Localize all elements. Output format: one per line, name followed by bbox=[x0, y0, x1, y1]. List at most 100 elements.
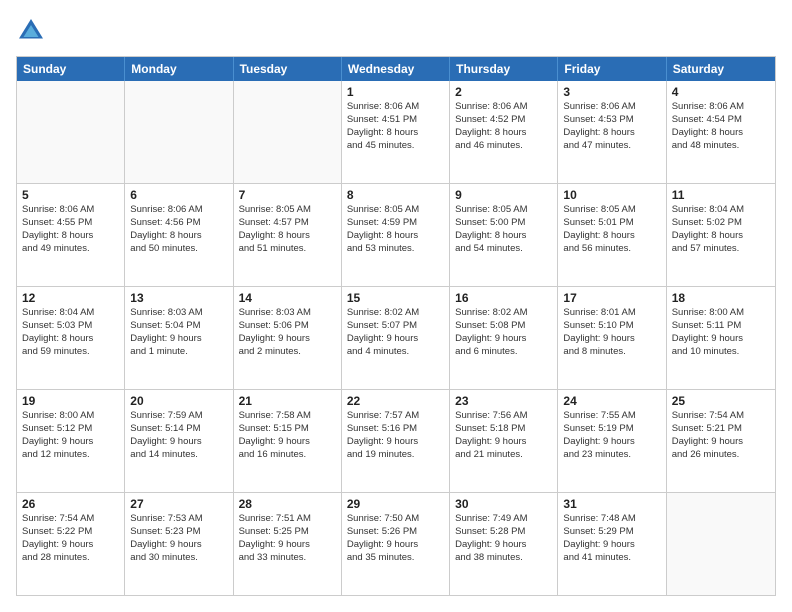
day-number: 22 bbox=[347, 393, 444, 409]
cal-cell bbox=[125, 81, 233, 183]
cal-cell: 26Sunrise: 7:54 AMSunset: 5:22 PMDayligh… bbox=[17, 493, 125, 595]
day-info: Sunrise: 8:04 AM bbox=[22, 307, 119, 320]
cal-cell bbox=[17, 81, 125, 183]
day-info: Sunset: 4:57 PM bbox=[239, 217, 336, 230]
day-info: and 50 minutes. bbox=[130, 243, 227, 256]
cal-cell: 27Sunrise: 7:53 AMSunset: 5:23 PMDayligh… bbox=[125, 493, 233, 595]
day-info: Daylight: 9 hours bbox=[130, 539, 227, 552]
day-info: Daylight: 9 hours bbox=[563, 539, 660, 552]
day-number: 10 bbox=[563, 187, 660, 203]
day-info: Sunrise: 7:48 AM bbox=[563, 513, 660, 526]
header-cell-thursday: Thursday bbox=[450, 57, 558, 81]
cal-cell: 5Sunrise: 8:06 AMSunset: 4:55 PMDaylight… bbox=[17, 184, 125, 286]
cal-cell: 21Sunrise: 7:58 AMSunset: 5:15 PMDayligh… bbox=[234, 390, 342, 492]
day-info: Sunset: 5:14 PM bbox=[130, 423, 227, 436]
day-info: and 41 minutes. bbox=[563, 552, 660, 565]
header-cell-saturday: Saturday bbox=[667, 57, 775, 81]
day-info: Sunset: 5:01 PM bbox=[563, 217, 660, 230]
day-number: 2 bbox=[455, 84, 552, 100]
cal-cell: 4Sunrise: 8:06 AMSunset: 4:54 PMDaylight… bbox=[667, 81, 775, 183]
cal-row-1: 5Sunrise: 8:06 AMSunset: 4:55 PMDaylight… bbox=[17, 183, 775, 286]
cal-cell: 30Sunrise: 7:49 AMSunset: 5:28 PMDayligh… bbox=[450, 493, 558, 595]
day-info: Daylight: 9 hours bbox=[239, 539, 336, 552]
day-info: and 30 minutes. bbox=[130, 552, 227, 565]
day-number: 24 bbox=[563, 393, 660, 409]
day-info: Daylight: 8 hours bbox=[455, 230, 552, 243]
day-info: Sunrise: 7:57 AM bbox=[347, 410, 444, 423]
day-info: and 2 minutes. bbox=[239, 346, 336, 359]
cal-cell bbox=[234, 81, 342, 183]
cal-cell: 3Sunrise: 8:06 AMSunset: 4:53 PMDaylight… bbox=[558, 81, 666, 183]
day-info: and 4 minutes. bbox=[347, 346, 444, 359]
day-info: Sunset: 5:18 PM bbox=[455, 423, 552, 436]
day-info: and 51 minutes. bbox=[239, 243, 336, 256]
day-number: 20 bbox=[130, 393, 227, 409]
day-info: Sunset: 4:54 PM bbox=[672, 114, 770, 127]
cal-cell: 15Sunrise: 8:02 AMSunset: 5:07 PMDayligh… bbox=[342, 287, 450, 389]
day-info: Sunset: 5:00 PM bbox=[455, 217, 552, 230]
day-number: 9 bbox=[455, 187, 552, 203]
day-info: Sunrise: 8:06 AM bbox=[672, 101, 770, 114]
day-info: Sunrise: 8:00 AM bbox=[22, 410, 119, 423]
day-info: Sunset: 4:53 PM bbox=[563, 114, 660, 127]
header bbox=[16, 16, 776, 46]
day-info: Sunset: 5:29 PM bbox=[563, 526, 660, 539]
cal-cell: 16Sunrise: 8:02 AMSunset: 5:08 PMDayligh… bbox=[450, 287, 558, 389]
day-info: and 14 minutes. bbox=[130, 449, 227, 462]
day-info: and 33 minutes. bbox=[239, 552, 336, 565]
day-info: Sunrise: 8:00 AM bbox=[672, 307, 770, 320]
day-info: Sunrise: 7:53 AM bbox=[130, 513, 227, 526]
day-info: Sunrise: 8:05 AM bbox=[455, 204, 552, 217]
cal-cell: 14Sunrise: 8:03 AMSunset: 5:06 PMDayligh… bbox=[234, 287, 342, 389]
day-info: Sunset: 5:10 PM bbox=[563, 320, 660, 333]
day-info: Daylight: 9 hours bbox=[239, 436, 336, 449]
day-number: 3 bbox=[563, 84, 660, 100]
day-info: Sunrise: 8:05 AM bbox=[563, 204, 660, 217]
day-info: Daylight: 9 hours bbox=[563, 436, 660, 449]
cal-cell: 31Sunrise: 7:48 AMSunset: 5:29 PMDayligh… bbox=[558, 493, 666, 595]
day-info: and 59 minutes. bbox=[22, 346, 119, 359]
cal-row-4: 26Sunrise: 7:54 AMSunset: 5:22 PMDayligh… bbox=[17, 492, 775, 595]
day-info: and 10 minutes. bbox=[672, 346, 770, 359]
calendar-header-row: SundayMondayTuesdayWednesdayThursdayFrid… bbox=[17, 57, 775, 81]
header-cell-tuesday: Tuesday bbox=[234, 57, 342, 81]
cal-cell: 12Sunrise: 8:04 AMSunset: 5:03 PMDayligh… bbox=[17, 287, 125, 389]
day-info: Sunrise: 8:05 AM bbox=[239, 204, 336, 217]
cal-cell: 2Sunrise: 8:06 AMSunset: 4:52 PMDaylight… bbox=[450, 81, 558, 183]
day-info: and 19 minutes. bbox=[347, 449, 444, 462]
day-info: Daylight: 8 hours bbox=[239, 230, 336, 243]
day-number: 25 bbox=[672, 393, 770, 409]
page: SundayMondayTuesdayWednesdayThursdayFrid… bbox=[0, 0, 792, 612]
day-info: and 8 minutes. bbox=[563, 346, 660, 359]
day-info: and 1 minute. bbox=[130, 346, 227, 359]
day-info: Sunset: 5:21 PM bbox=[672, 423, 770, 436]
day-number: 8 bbox=[347, 187, 444, 203]
day-info: Daylight: 8 hours bbox=[22, 230, 119, 243]
day-info: Sunset: 4:52 PM bbox=[455, 114, 552, 127]
day-info: Sunset: 5:19 PM bbox=[563, 423, 660, 436]
cal-cell: 9Sunrise: 8:05 AMSunset: 5:00 PMDaylight… bbox=[450, 184, 558, 286]
header-cell-monday: Monday bbox=[125, 57, 233, 81]
day-info: Sunset: 4:56 PM bbox=[130, 217, 227, 230]
day-info: and 46 minutes. bbox=[455, 140, 552, 153]
day-info: Sunrise: 8:06 AM bbox=[455, 101, 552, 114]
day-info: and 26 minutes. bbox=[672, 449, 770, 462]
day-info: and 47 minutes. bbox=[563, 140, 660, 153]
cal-row-0: 1Sunrise: 8:06 AMSunset: 4:51 PMDaylight… bbox=[17, 81, 775, 183]
day-number: 21 bbox=[239, 393, 336, 409]
day-info: Sunrise: 8:05 AM bbox=[347, 204, 444, 217]
day-info: Sunrise: 7:51 AM bbox=[239, 513, 336, 526]
day-info: Sunrise: 7:50 AM bbox=[347, 513, 444, 526]
day-info: and 23 minutes. bbox=[563, 449, 660, 462]
cal-cell: 1Sunrise: 8:06 AMSunset: 4:51 PMDaylight… bbox=[342, 81, 450, 183]
day-info: Daylight: 8 hours bbox=[563, 230, 660, 243]
day-number: 12 bbox=[22, 290, 119, 306]
day-info: and 56 minutes. bbox=[563, 243, 660, 256]
day-number: 26 bbox=[22, 496, 119, 512]
cal-cell: 17Sunrise: 8:01 AMSunset: 5:10 PMDayligh… bbox=[558, 287, 666, 389]
day-number: 14 bbox=[239, 290, 336, 306]
cal-cell: 20Sunrise: 7:59 AMSunset: 5:14 PMDayligh… bbox=[125, 390, 233, 492]
day-info: Daylight: 8 hours bbox=[22, 333, 119, 346]
day-info: Sunset: 5:07 PM bbox=[347, 320, 444, 333]
day-info: Sunrise: 8:06 AM bbox=[563, 101, 660, 114]
